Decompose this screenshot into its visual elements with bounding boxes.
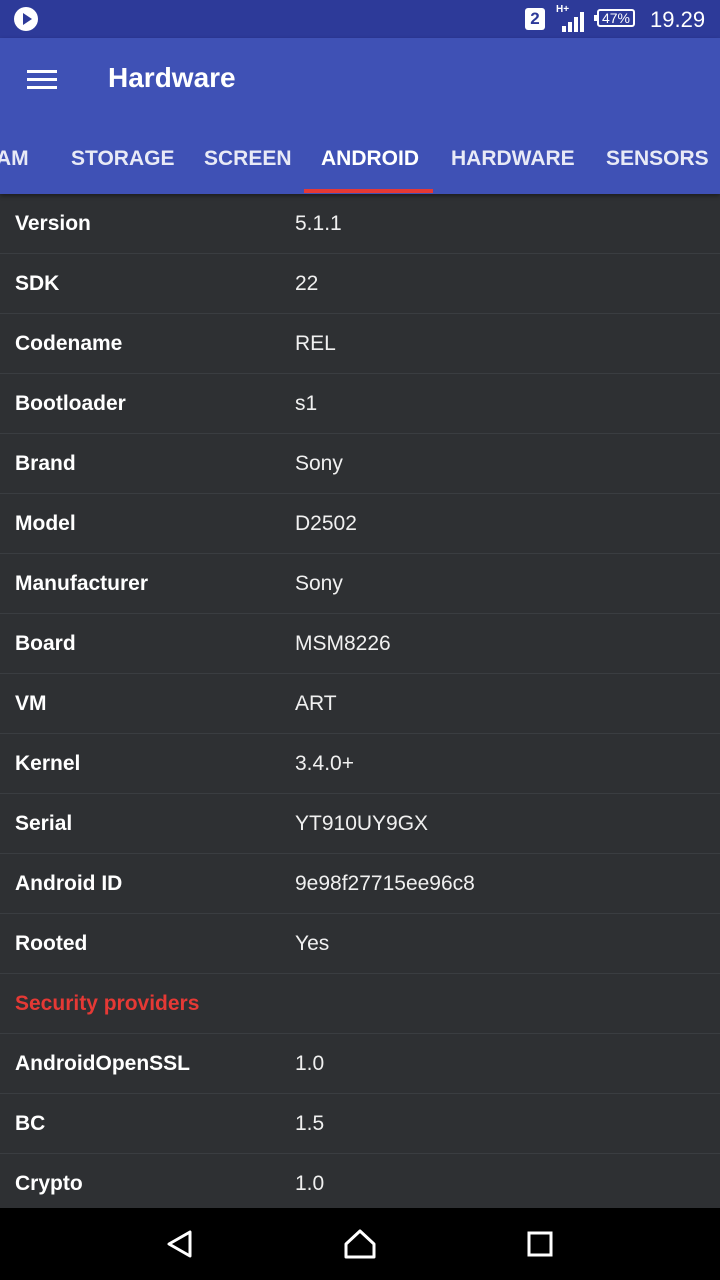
row-value: REL: [295, 332, 336, 355]
battery-indicator: 47%: [594, 9, 635, 27]
row-label: BC: [15, 1112, 46, 1135]
row-value: s1: [295, 392, 318, 415]
row-value: 1.0: [295, 1052, 325, 1075]
home-icon[interactable]: [342, 1226, 378, 1262]
row-label: Rooted: [15, 932, 88, 955]
page-title: Hardware: [108, 62, 236, 93]
recents-square-icon[interactable]: [522, 1226, 558, 1262]
row-value: Sony: [295, 572, 343, 595]
back-triangle-icon[interactable]: [162, 1226, 198, 1262]
list-item: Android ID 9e98f27715ee96c8: [0, 854, 720, 914]
list-item: Bootloader s1: [0, 374, 720, 434]
row-value: 1.5: [295, 1112, 325, 1135]
app-notification-icon: [14, 7, 38, 31]
row-value: D2502: [295, 512, 357, 535]
row-label: Version: [15, 212, 91, 235]
list-item: SDK 22: [0, 254, 720, 314]
list-item: Board MSM8226: [0, 614, 720, 674]
row-label: SDK: [15, 272, 60, 295]
signal-strength-icon: [562, 12, 584, 32]
tab-android[interactable]: ANDROID: [321, 128, 419, 194]
tab-ram[interactable]: AM: [0, 128, 29, 194]
list-item: Model D2502: [0, 494, 720, 554]
row-label: Codename: [15, 332, 123, 355]
list-item: AndroidOpenSSL 1.0: [0, 1034, 720, 1094]
row-label: Android ID: [15, 872, 123, 895]
sim-slot-badge: 2: [525, 8, 545, 30]
status-bar: 2 H+ 47% 19.29: [0, 0, 720, 38]
list-item: Serial YT910UY9GX: [0, 794, 720, 854]
row-label: Crypto: [15, 1172, 83, 1195]
row-value: Yes: [295, 932, 330, 955]
row-value: 5.1.1: [295, 212, 342, 235]
list-item: BC 1.5: [0, 1094, 720, 1154]
row-value: Sony: [295, 452, 343, 475]
list-item: Brand Sony: [0, 434, 720, 494]
row-label: VM: [15, 692, 47, 715]
row-label: Brand: [15, 452, 76, 475]
app-bar: Hardware AM STORAGE SCREEN ANDROID HARDW…: [0, 38, 720, 194]
info-list[interactable]: Version 5.1.1 SDK 22 Codename REL Bootloade…: [0, 194, 720, 1208]
list-item: Rooted Yes: [0, 914, 720, 974]
row-label: Manufacturer: [15, 572, 149, 595]
row-value: 3.4.0+: [295, 752, 354, 775]
status-clock: 19.29: [650, 7, 706, 32]
tab-hardware[interactable]: HARDWARE: [451, 128, 575, 194]
row-value: YT910UY9GX: [295, 812, 429, 835]
row-label: AndroidOpenSSL: [15, 1052, 190, 1075]
row-label: Bootloader: [15, 392, 126, 415]
list-item: Kernel 3.4.0+: [0, 734, 720, 794]
hamburger-menu-icon[interactable]: [27, 70, 57, 90]
tab-sensors[interactable]: SENSORS: [606, 128, 709, 194]
row-value: 9e98f27715ee96c8: [295, 872, 475, 895]
list-item: Version 5.1.1: [0, 194, 720, 254]
row-value: ART: [295, 692, 337, 715]
row-value: 22: [295, 272, 319, 295]
row-value: 1.0: [295, 1172, 325, 1195]
row-value: MSM8226: [295, 632, 391, 655]
tab-storage[interactable]: STORAGE: [71, 128, 174, 194]
list-item: Manufacturer Sony: [0, 554, 720, 614]
section-header-security-providers: Security providers: [0, 974, 720, 1034]
row-label: Model: [15, 512, 76, 535]
row-label: Serial: [15, 812, 73, 835]
tab-screen[interactable]: SCREEN: [204, 128, 292, 194]
tab-bar: AM STORAGE SCREEN ANDROID HARDWARE SENSO…: [0, 128, 720, 194]
section-header-label: Security providers: [15, 992, 200, 1015]
active-tab-indicator: [304, 189, 433, 193]
row-label: Board: [15, 632, 76, 655]
row-label: Kernel: [15, 752, 81, 775]
list-item: Crypto 1.0: [0, 1154, 720, 1208]
list-item: VM ART: [0, 674, 720, 734]
list-item: Codename REL: [0, 314, 720, 374]
system-nav-bar: [0, 1208, 720, 1280]
